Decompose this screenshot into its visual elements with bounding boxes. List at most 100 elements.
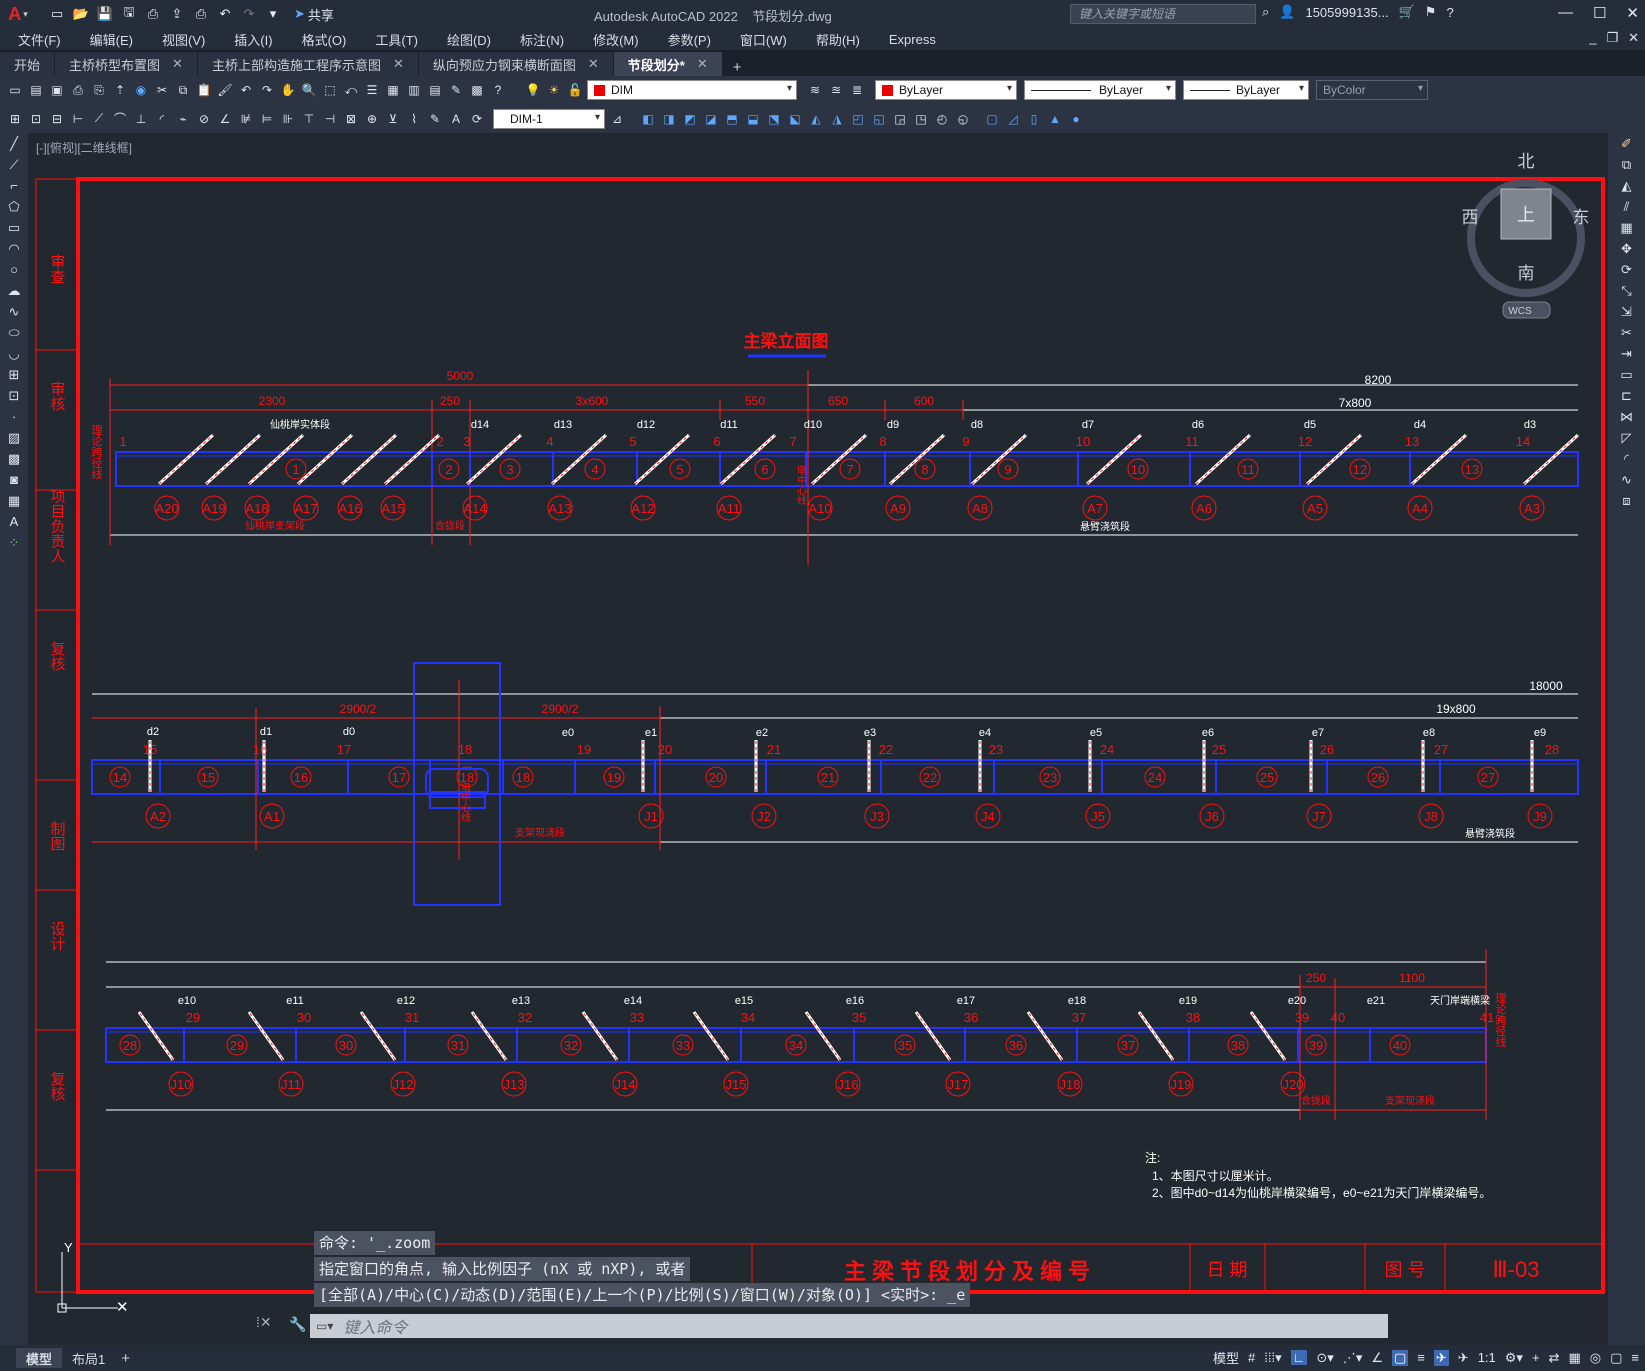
object-snap-tracking-icon[interactable]: ∠ [1371,1350,1383,1366]
close-icon[interactable]: ✕ [1626,4,1639,22]
construction-line-icon[interactable]: ⟋ [0,154,28,175]
diameter-dim-icon[interactable]: ⊘ [195,110,213,128]
copy-faces-icon[interactable]: ◮ [828,110,846,128]
menu-item[interactable]: 参数(P) [668,30,711,49]
redo-icon[interactable]: ↷ [240,5,258,23]
radius-dim-icon[interactable]: ◜ [153,110,171,128]
ordinate-dim-icon[interactable]: ⊥ [132,110,150,128]
dim-space-icon[interactable]: ⊤ [300,110,318,128]
plotstyle-dropdown[interactable]: ByColor [1316,80,1428,100]
offset-faces-icon[interactable]: ⬓ [744,110,762,128]
break-icon[interactable]: ⊏ [1608,385,1645,406]
cut-icon[interactable]: ✂ [153,81,171,99]
move-icon[interactable]: ✥ [1608,238,1645,259]
chamfer-icon[interactable]: ◸ [1608,427,1645,448]
design-center-icon[interactable]: ▦ [384,81,402,99]
zoom-previous-icon[interactable]: ⤺ [342,81,360,99]
tab-close-icon[interactable]: ✕ [393,56,404,72]
new-tab-icon[interactable]: + [723,59,752,76]
array-icon[interactable]: ▦ [1608,217,1645,238]
tab-close-icon[interactable]: ✕ [588,56,599,72]
fillet-icon[interactable]: ◜ [1608,448,1645,469]
ortho-icon[interactable]: ∟ [1290,1350,1308,1365]
make-current-layer-icon[interactable]: ≋ [806,81,824,99]
arc-length-icon[interactable]: ⌒ [111,110,129,128]
menu-item[interactable]: 修改(M) [593,30,639,49]
color-faces-icon[interactable]: ◰ [849,110,867,128]
menu-item[interactable]: 工具(T) [375,30,418,49]
dim-text-edit-icon[interactable]: A [447,110,465,128]
document-tab[interactable]: 节段划分* ✕ [613,52,723,76]
layer-on-icon[interactable]: 💡 [524,81,542,99]
spline-icon[interactable]: ∿ [0,301,28,322]
blend-curves-icon[interactable]: ∿ [1608,469,1645,490]
ellipse-icon[interactable]: ⬭ [0,322,28,343]
inspection-icon[interactable]: ⊻ [384,110,402,128]
viewcube-west[interactable]: 西 [1462,208,1479,227]
preview-icon[interactable]: ⎘ [90,81,108,99]
layer-dropdown[interactable]: DIM [587,80,797,100]
angular-dim-icon[interactable]: ∠ [216,110,234,128]
menu-item[interactable]: 绘图(D) [447,30,491,49]
insert-block-icon[interactable]: ⊞ [6,110,24,128]
undo-icon[interactable]: ↶ [237,81,255,99]
snap-icon[interactable]: ⁞⁞⁞▾ [1264,1350,1281,1366]
search-icon[interactable]: ⌕ [1262,4,1269,20]
properties-icon[interactable]: ☰ [363,81,381,99]
color-dropdown[interactable]: ByLayer [875,80,1017,100]
insert-block-icon[interactable]: ⊞ [0,364,28,385]
zoom-window-icon[interactable]: ⬚ [321,81,339,99]
move-faces-icon[interactable]: ⬒ [723,110,741,128]
mirror-icon[interactable]: ◭ [1608,175,1645,196]
cylinder-icon[interactable]: ▯ [1025,110,1043,128]
doc-minimize-icon[interactable]: _ [1589,30,1596,46]
menu-item[interactable]: 文件(F) [18,30,61,49]
isolate-objects-icon[interactable]: ◎ [1590,1350,1601,1366]
new-icon[interactable]: ▭ [48,5,66,23]
user-name[interactable]: 1505999135... [1305,5,1388,20]
undo-icon[interactable]: ↶ [216,5,234,23]
multiline-text-icon[interactable]: A [0,511,28,532]
box-icon[interactable]: ▢ [983,110,1001,128]
jogged-linear-icon[interactable]: ⌇ [405,110,423,128]
stretch-icon[interactable]: ⇲ [1608,301,1645,322]
tab-close-icon[interactable]: ✕ [172,56,183,72]
dim-break-icon[interactable]: ⊣ [321,110,339,128]
doc-restore-icon[interactable]: ❐ [1606,30,1618,46]
annotation-scale[interactable]: 1:1 [1478,1350,1496,1365]
doc-close-icon[interactable]: ✕ [1628,30,1639,46]
add-selected-icon[interactable]: ⁘ [0,532,28,553]
menu-item[interactable]: 插入(I) [234,30,272,49]
point-icon[interactable]: · [0,406,28,427]
layer-thaw-icon[interactable]: ☀ [545,81,563,99]
lineweight-dropdown[interactable]: ByLayer [1183,80,1309,100]
new-icon[interactable]: ▭ [6,81,24,99]
open-icon[interactable]: 📂 [72,5,90,23]
save-icon[interactable]: ▣ [48,81,66,99]
scale-icon[interactable]: ⤡ [1608,280,1645,301]
rotate-faces-icon[interactable]: ⬕ [786,110,804,128]
command-menu-icon[interactable]: ▭▾ [316,1319,333,1333]
osnap-icon[interactable]: ▢ [1392,1349,1409,1366]
trim-icon[interactable]: ✂ [1608,322,1645,343]
minimize-icon[interactable]: — [1558,4,1573,22]
clean-screen-icon[interactable]: ▢ [1610,1350,1622,1366]
rotate-icon[interactable]: ⟳ [1608,259,1645,280]
circle-icon[interactable]: ○ [0,259,28,280]
offset-icon[interactable]: ⫽ [1608,196,1645,217]
copy-object-icon[interactable]: ⧉ [1608,154,1645,175]
viewcube-north[interactable]: 北 [1518,152,1535,171]
tolerance-icon[interactable]: ⊠ [342,110,360,128]
layer-states-icon[interactable]: ≣ [848,81,866,99]
continue-dim-icon[interactable]: ⊪ [279,110,297,128]
table-icon[interactable]: ▦ [0,490,28,511]
isodraft-icon[interactable]: ⋰▾ [1343,1350,1363,1366]
break-at-point-icon[interactable]: ▭ [1608,364,1645,385]
baseline-dim-icon[interactable]: ⊨ [258,110,276,128]
imprint-icon[interactable]: ◱ [870,110,888,128]
extrude-faces-icon[interactable]: ◪ [702,110,720,128]
region-icon[interactable]: ◙ [0,469,28,490]
export-icon[interactable]: ⇪ [168,5,186,23]
gradient-icon[interactable]: ▩ [0,448,28,469]
menu-item[interactable]: 帮助(H) [816,30,860,49]
